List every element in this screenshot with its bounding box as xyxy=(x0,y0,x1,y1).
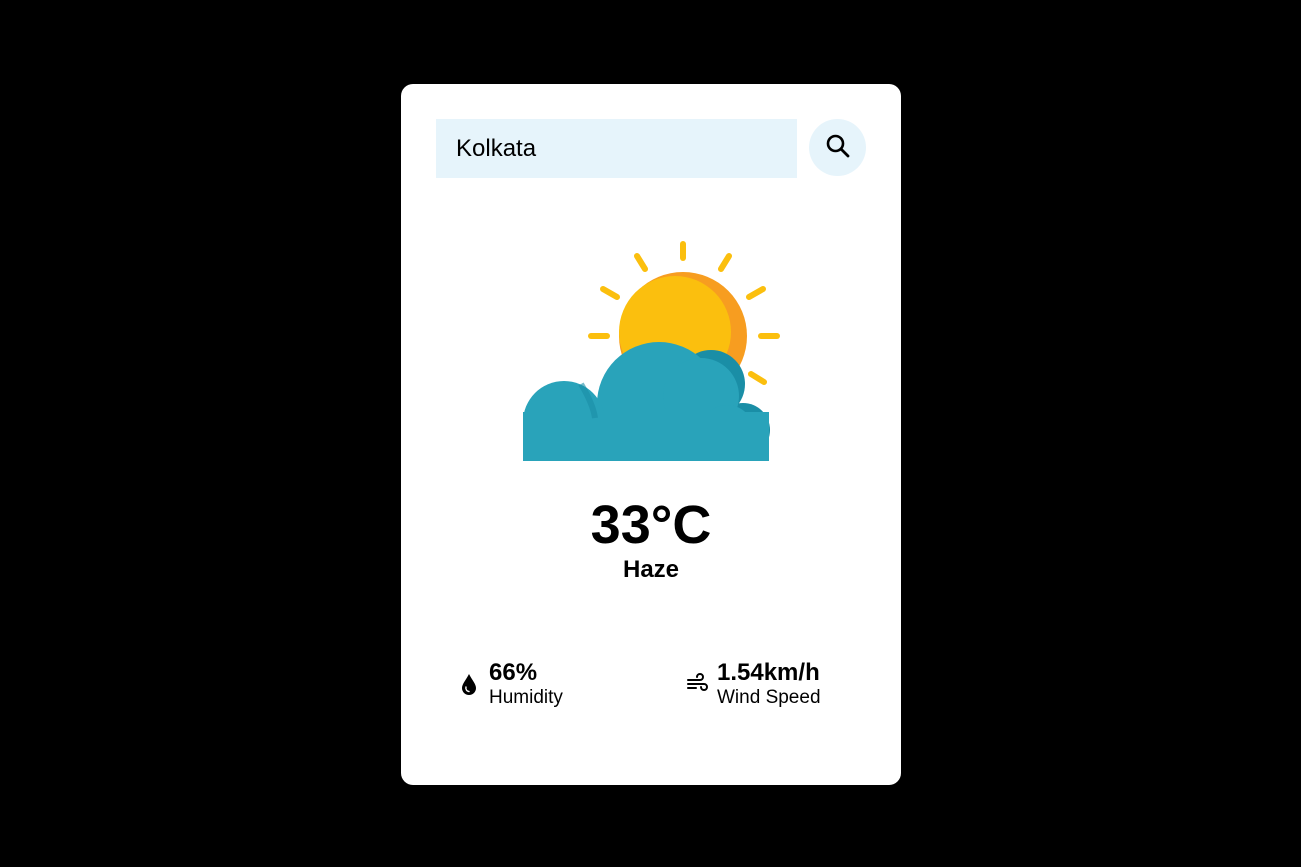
weather-condition: Haze xyxy=(622,556,680,583)
search-bar xyxy=(436,119,866,178)
search-icon xyxy=(825,133,851,162)
temperature: 33°C xyxy=(590,495,712,555)
humidity-stat: 66% Humidity xyxy=(457,659,563,709)
wind-speed-value: 1.54km/h xyxy=(717,659,820,686)
humidity-value: 66% xyxy=(489,659,538,686)
city-search-input[interactable] xyxy=(436,119,797,178)
water-drop-icon xyxy=(457,672,481,696)
sun-behind-cloud-icon xyxy=(521,234,781,466)
wind-speed-label: Wind Speed xyxy=(717,687,821,708)
wind-icon xyxy=(685,672,709,696)
wind-stat: 1.54km/h Wind Speed xyxy=(685,659,821,709)
weather-card: 33°C Haze 66% Humidity 1.54km/h xyxy=(401,84,901,785)
search-button[interactable] xyxy=(809,119,866,176)
humidity-label: Humidity xyxy=(489,687,563,708)
